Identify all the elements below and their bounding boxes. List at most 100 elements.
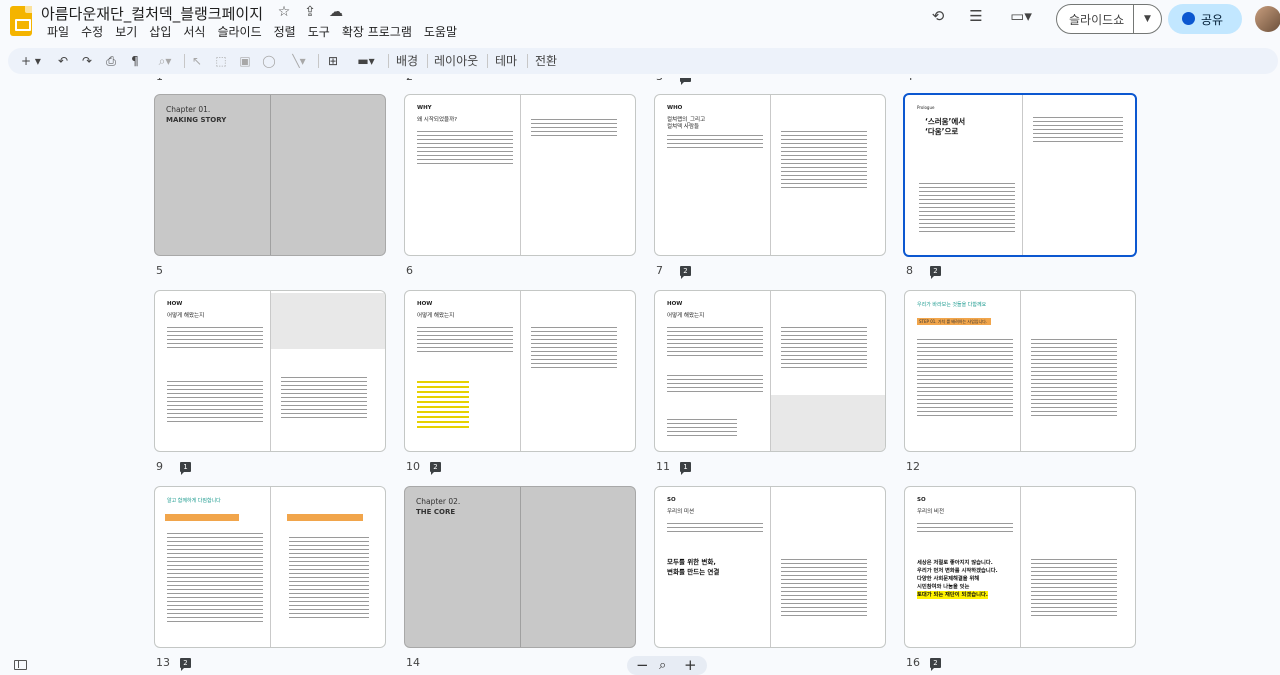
comment-badge-icon[interactable]: 1 xyxy=(180,462,191,475)
menu-extensions[interactable]: 확장 프로그램 xyxy=(336,24,418,40)
slide-heading: ‘다움’으로 xyxy=(925,127,959,136)
menu-help[interactable]: 도움말 xyxy=(418,24,463,40)
menu-view[interactable]: 보기 xyxy=(109,24,143,40)
slide-thumbnail-selected[interactable]: Prologue ‘스러움’에서 ‘다움’으로 xyxy=(903,93,1137,257)
history-icon[interactable]: ⟲ xyxy=(928,6,948,26)
background-button[interactable]: 배경 xyxy=(396,52,418,70)
mission-statement: 모두를 위한 변화, xyxy=(667,558,716,566)
slide-heading: 우리의 미션 xyxy=(667,509,695,515)
select-icon[interactable]: ↖ xyxy=(190,52,204,70)
image-icon[interactable]: ▣ xyxy=(238,52,252,70)
menu-slide[interactable]: 슬라이드 xyxy=(211,24,267,40)
slide-heading: 어떻게 해왔는지 xyxy=(667,313,705,319)
menu-file[interactable]: 파일 xyxy=(41,24,75,40)
slide-divider xyxy=(520,95,521,255)
slide-image xyxy=(771,395,885,451)
menu-edit[interactable]: 수정 xyxy=(75,24,109,40)
comment-badge-icon[interactable]: 2 xyxy=(430,462,441,475)
title-bar: 아름다운재단_컬처덱_블랭크페이지 ☆ ⇪ ☁ 파일 수정 보기 삽입 서식 슬… xyxy=(0,0,1280,44)
slide-number: 6 xyxy=(406,264,413,277)
mission-statement: 변화를 만드는 연결 xyxy=(667,568,720,576)
text-block xyxy=(917,339,1013,419)
meet-icon[interactable]: ▭▾ xyxy=(1006,6,1036,26)
menu-format[interactable]: 서식 xyxy=(177,24,211,40)
text-block xyxy=(1031,339,1117,419)
slide-tag: HOW xyxy=(167,301,183,307)
slide-heading: 우리가 바라보는 것들을 다함께요 xyxy=(917,302,987,308)
shape-icon[interactable]: ◯ xyxy=(262,52,276,70)
slide-thumbnail[interactable]: HOW 어떻게 해왔는지 xyxy=(654,290,886,452)
text-block xyxy=(417,327,513,355)
zoom-icon[interactable]: ⌕ xyxy=(659,656,666,675)
redo-icon[interactable]: ↷ xyxy=(80,52,94,70)
menu-bar: 파일 수정 보기 삽입 서식 슬라이드 정렬 도구 확장 프로그램 도움말 xyxy=(41,24,463,40)
cloud-status-icon[interactable]: ☁ xyxy=(328,4,344,20)
add-comment-icon[interactable]: ⊞ xyxy=(326,52,340,70)
layout-button[interactable]: 레이아웃 xyxy=(434,52,478,70)
slides-logo-icon[interactable] xyxy=(10,6,32,36)
slide-heading: 왜 시작되었을까? xyxy=(417,117,458,123)
vision-statement: 다양한 사회문제해결을 위해 xyxy=(917,576,980,582)
slide-tag: WHO xyxy=(667,105,683,111)
slide-number: 16 xyxy=(906,656,920,669)
move-to-drive-icon[interactable]: ⇪ xyxy=(302,4,318,20)
step-banner xyxy=(165,514,239,521)
slide-thumbnail[interactable]: 우리가 바라보는 것들을 다함께요 STEP 01. 가치 를 배려하는 사업입… xyxy=(904,290,1136,452)
slide-heading: 컬쳐덱 사람들 xyxy=(667,124,700,130)
zoom-icon[interactable]: ⌕▾ xyxy=(152,52,178,70)
zoom-in-button[interactable]: + xyxy=(684,656,697,675)
grid-view-icon[interactable]: ▬▾ xyxy=(352,52,380,70)
document-title[interactable]: 아름다운재단_컬처덱_블랭크페이지 xyxy=(41,3,263,24)
avatar[interactable] xyxy=(1255,6,1280,32)
slide-thumbnail[interactable]: SO 우리의 비전 세상은 저절로 좋아지지 않습니다. 우리가 먼저 변화를 … xyxy=(904,486,1136,648)
text-block xyxy=(167,533,263,625)
chapter-number: Chapter 02. xyxy=(416,497,461,506)
star-icon[interactable]: ☆ xyxy=(276,4,292,20)
comments-icon[interactable]: ☰ xyxy=(966,6,986,26)
slide-thumbnail[interactable]: Chapter 01. MAKING STORY xyxy=(154,94,386,256)
new-slide-icon[interactable]: + ▾ xyxy=(18,52,44,70)
toolbar-divider xyxy=(487,54,488,68)
undo-icon[interactable]: ↶ xyxy=(56,52,70,70)
slide-divider xyxy=(1020,487,1021,647)
slideshow-button[interactable]: 슬라이드쇼 ▼ xyxy=(1056,4,1162,34)
text-block xyxy=(917,523,1013,535)
toolbar-divider xyxy=(184,54,185,68)
text-block xyxy=(167,327,263,351)
vision-statement: 시민참여와 나눔을 잇는 xyxy=(917,584,970,590)
comment-badge-icon[interactable]: 1 xyxy=(680,462,691,475)
filmstrip-toggle-icon[interactable] xyxy=(14,660,27,670)
slide-divider xyxy=(520,487,521,647)
slide-thumbnail[interactable]: Chapter 02. THE CORE xyxy=(404,486,636,648)
slide-thumbnail[interactable]: HOW 어떻게 해왔는지 xyxy=(404,290,636,452)
text-block xyxy=(289,537,369,621)
paint-format-icon[interactable]: ¶ xyxy=(128,52,142,70)
frame-icon[interactable]: ⬚ xyxy=(214,52,228,70)
share-button[interactable]: 공유 xyxy=(1168,4,1242,34)
slide-divider xyxy=(520,291,521,451)
text-block xyxy=(417,131,513,167)
comment-badge-icon[interactable] xyxy=(680,78,691,85)
slide-thumbnail[interactable]: WHY 왜 시작되었을까? xyxy=(404,94,636,256)
menu-tools[interactable]: 도구 xyxy=(302,24,336,40)
share-label: 공유 xyxy=(1201,13,1224,27)
text-block xyxy=(167,381,263,425)
comment-badge-icon[interactable]: 2 xyxy=(180,658,191,671)
comment-badge-icon[interactable]: 2 xyxy=(930,658,941,671)
menu-arrange[interactable]: 정렬 xyxy=(268,24,302,40)
slide-thumbnail[interactable]: SO 우리의 미션 모두를 위한 변화, 변화를 만드는 연결 xyxy=(654,486,886,648)
vision-statement: 우리가 먼저 변화를 시작하겠습니다. xyxy=(917,568,998,574)
comment-badge-icon[interactable]: 2 xyxy=(930,266,941,279)
text-block xyxy=(667,419,737,439)
slideshow-dropdown-icon[interactable]: ▼ xyxy=(1133,5,1161,33)
slide-thumbnail[interactable]: 알고 함께하게 다짐합니다 xyxy=(154,486,386,648)
transition-button[interactable]: 전환 xyxy=(535,52,557,70)
line-icon[interactable]: ╲▾ xyxy=(286,52,312,70)
theme-button[interactable]: 테마 xyxy=(495,52,517,70)
slide-thumbnail[interactable]: HOW 어떻게 해왔는지 xyxy=(154,290,386,452)
print-icon[interactable]: ⎙ xyxy=(104,52,118,70)
menu-insert[interactable]: 삽입 xyxy=(143,24,177,40)
slide-thumbnail[interactable]: WHO 컬쳐랩의_그리고 컬쳐덱 사람들 xyxy=(654,94,886,256)
comment-badge-icon[interactable]: 2 xyxy=(680,266,691,279)
zoom-out-button[interactable]: − xyxy=(636,656,649,675)
